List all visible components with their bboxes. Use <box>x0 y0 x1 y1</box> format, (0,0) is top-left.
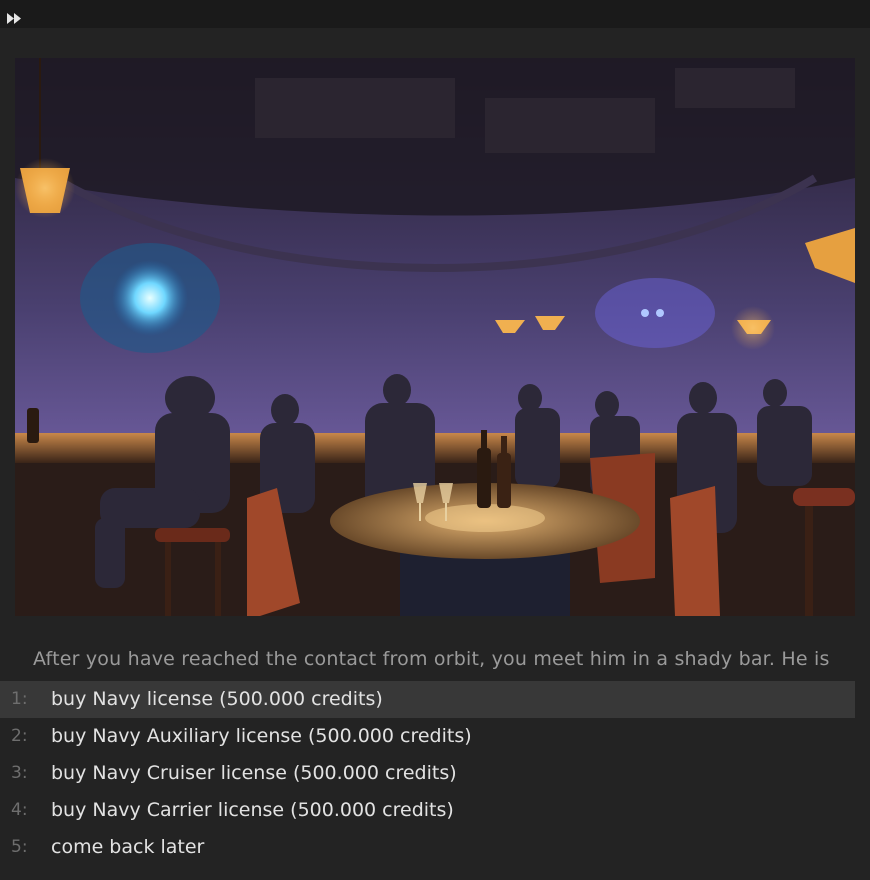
choice-label: buy Navy license (500.000 credits) <box>51 688 383 710</box>
choice-buy-navy-cruiser-license[interactable]: 3: buy Navy Cruiser license (500.000 cre… <box>0 755 855 792</box>
choice-buy-navy-carrier-license[interactable]: 4: buy Navy Carrier license (500.000 cre… <box>0 792 855 829</box>
fast-forward-icon[interactable] <box>7 9 23 28</box>
choice-number: 1: <box>11 689 28 709</box>
choice-label: buy Navy Auxiliary license (500.000 cred… <box>51 725 472 747</box>
choice-buy-navy-auxiliary-license[interactable]: 2: buy Navy Auxiliary license (500.000 c… <box>0 718 855 755</box>
choice-come-back-later[interactable]: 5: come back later <box>0 829 855 866</box>
scene-illustration <box>15 58 855 616</box>
top-toolbar <box>0 0 870 28</box>
choice-number: 2: <box>11 726 28 746</box>
choice-number: 4: <box>11 800 28 820</box>
choice-label: buy Navy Cruiser license (500.000 credit… <box>51 762 457 784</box>
choice-list: 1: buy Navy license (500.000 credits) 2:… <box>0 681 870 866</box>
choice-label: come back later <box>51 836 205 858</box>
choice-number: 3: <box>11 763 28 783</box>
choice-label: buy Navy Carrier license (500.000 credit… <box>51 799 454 821</box>
choice-buy-navy-license[interactable]: 1: buy Navy license (500.000 credits) <box>0 681 855 718</box>
choice-number: 5: <box>11 837 28 857</box>
